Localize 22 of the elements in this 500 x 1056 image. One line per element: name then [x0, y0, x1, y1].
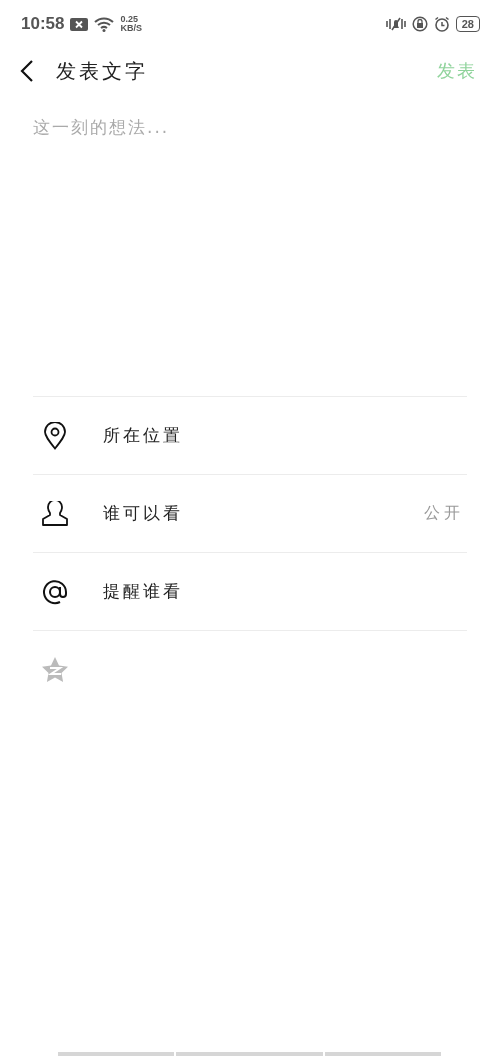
battery-level: 28 — [455, 16, 480, 32]
vibrate-icon — [385, 16, 406, 32]
location-pin-icon — [41, 421, 69, 450]
status-time: 10:58 — [21, 14, 65, 34]
speed-value: 0.25 — [120, 15, 139, 24]
notification-icon — [70, 17, 89, 31]
option-label: 提醒谁看 — [103, 580, 183, 603]
option-value: 公开 — [424, 503, 464, 524]
option-label: 谁可以看 — [103, 502, 183, 525]
option-row[interactable]: 谁可以看 公开 — [33, 475, 467, 553]
back-icon[interactable] — [20, 59, 34, 83]
person-icon — [41, 500, 69, 527]
option-row[interactable]: 所在位置 — [33, 397, 467, 475]
speed-unit: KB/S — [120, 24, 142, 33]
alarm-icon — [433, 16, 450, 32]
option-row[interactable]: 提醒谁看 — [33, 553, 467, 631]
wifi-icon — [94, 16, 115, 32]
page-title: 发表文字 — [56, 57, 148, 85]
option-label: 所在位置 — [103, 424, 183, 447]
rotation-lock-icon — [411, 16, 428, 32]
at-sign-icon — [41, 577, 69, 606]
star-icon — [41, 656, 69, 683]
